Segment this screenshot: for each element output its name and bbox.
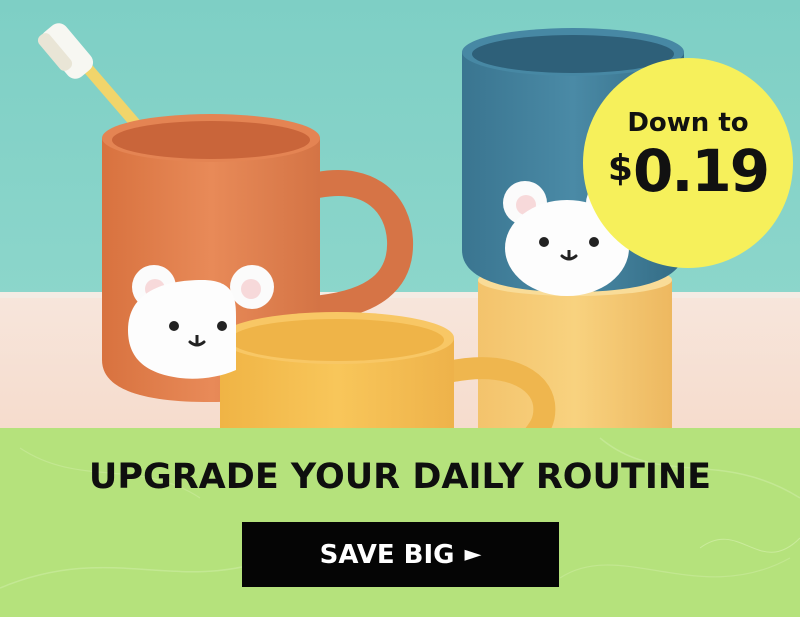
- badge-label: Down to: [627, 108, 749, 138]
- price-badge: Down to $ 0.19: [583, 58, 793, 268]
- play-arrow-icon: ►: [464, 541, 482, 567]
- cta-label: SAVE BIG: [319, 539, 455, 570]
- badge-currency: $: [607, 148, 633, 189]
- badge-price: $ 0.19: [607, 137, 770, 205]
- promo-banner[interactable]: Down to $ 0.19 UPGRADE YOUR DAILY ROUTIN…: [0, 0, 800, 617]
- badge-amount: 0.19: [632, 137, 770, 205]
- save-big-button[interactable]: SAVE BIG ►: [242, 522, 559, 587]
- headline: UPGRADE YOUR DAILY ROUTINE: [88, 457, 712, 497]
